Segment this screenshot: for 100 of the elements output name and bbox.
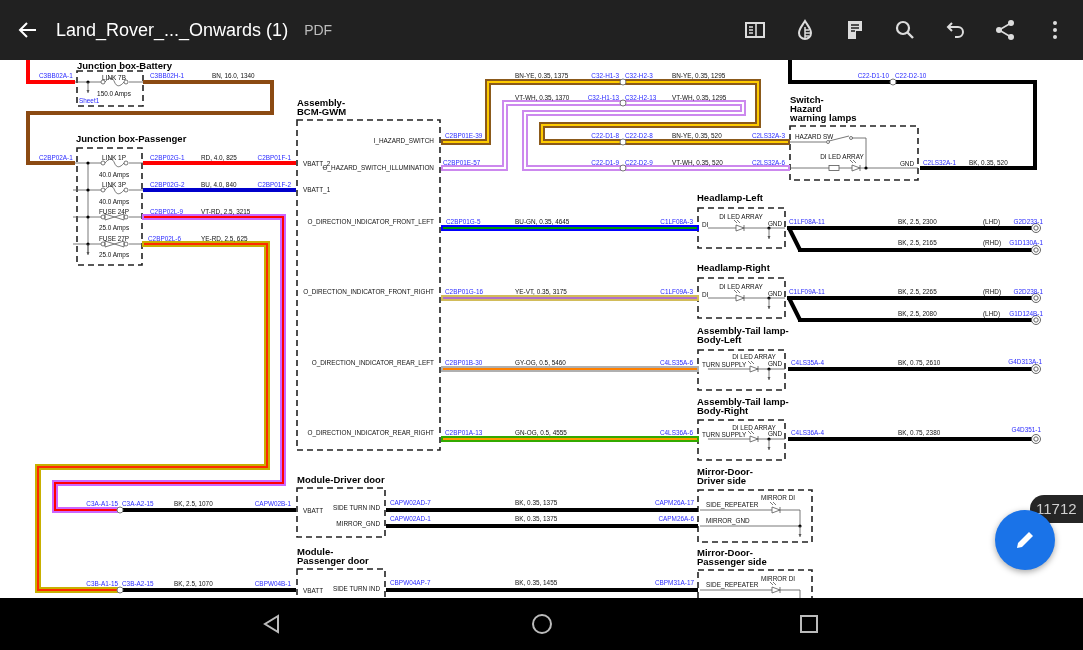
pin-label: DI LED ARRAY bbox=[719, 210, 763, 221]
pin-label: TURN SUPPLY bbox=[702, 358, 747, 369]
wire-spec: VT-RD, 2.5, 3215 bbox=[201, 205, 251, 216]
wire-spec: BK, 2.5, 1070 bbox=[174, 497, 213, 508]
connector-label: C4LS36A-4 bbox=[791, 426, 825, 437]
connector-label: C4LS36A-6 bbox=[659, 426, 693, 437]
connector-label: C3B-A1-15 bbox=[86, 577, 118, 588]
connector-label: CAPM26A-6 bbox=[658, 512, 694, 523]
connector-label: CAPW02B-1 bbox=[254, 497, 291, 508]
connector-icon bbox=[619, 164, 627, 172]
connector-label: C2BP01A-13 bbox=[445, 426, 483, 437]
wire-spec: VT-WH, 0.35, 520 bbox=[672, 156, 723, 167]
pin-label: 25.0 Amps bbox=[98, 221, 130, 232]
connector-label: C22-D1-8 bbox=[591, 129, 619, 140]
component-title: Switch- Hazard warning lamps bbox=[790, 94, 857, 123]
component-title: Module- Passenger door bbox=[297, 546, 369, 566]
pin-label: FUSE 27P bbox=[98, 232, 130, 243]
pin-label: VBATT_1 bbox=[303, 183, 331, 194]
connector-label: C1LF08A-11 bbox=[789, 215, 825, 226]
wire-spec: YE-VT, 0.35, 3175 bbox=[515, 285, 567, 296]
pin-label: FUSE 24P bbox=[98, 205, 130, 216]
connector-icon bbox=[116, 586, 124, 594]
pin-label: 150.0 Amps bbox=[97, 87, 131, 98]
connector-label: C32-H2-13 bbox=[625, 91, 657, 102]
wire-spec: BK, 2.5, 2300 bbox=[898, 215, 937, 226]
document-title: Land_Rover_..._Onwards (1) bbox=[56, 18, 289, 43]
connector-label: CAPW02AD-1 bbox=[390, 512, 431, 523]
connector-label: C3B-A2-15 bbox=[122, 577, 154, 588]
pin-label: GND bbox=[767, 217, 783, 228]
ground-terminal-icon bbox=[1031, 245, 1041, 255]
connector-label: G4D351-1 bbox=[1011, 423, 1041, 434]
pin-label: MIRROR_GND bbox=[336, 517, 380, 528]
pin-label: 25.0 Amps bbox=[98, 248, 130, 259]
wire-spec: BU, 4.0, 840 bbox=[201, 178, 237, 189]
connector-label: C3A-A1-15 bbox=[86, 497, 118, 508]
connector-label: C2LS32A-6 bbox=[751, 156, 785, 167]
component-box bbox=[76, 70, 144, 107]
pin-label: DI LED ARRAY bbox=[820, 150, 864, 161]
component-title: Junction box-Battery bbox=[77, 60, 172, 71]
connector-label: C32-H1-13 bbox=[587, 91, 619, 102]
connector-label: C22-D1-10 bbox=[857, 69, 889, 80]
pin-label: LINK 1P bbox=[102, 151, 126, 162]
pin-label: SIDE_REPEATER bbox=[706, 578, 759, 589]
pin-label: 40.0 Amps bbox=[98, 168, 130, 179]
connector-label: G1D124B-1 bbox=[1009, 307, 1043, 318]
wire-spec: GN-OG, 0.5, 4555 bbox=[515, 426, 567, 437]
recent-apps-icon[interactable] bbox=[798, 613, 820, 635]
ground-terminal-icon bbox=[1031, 293, 1041, 303]
connector-label: C2LS32A-1 bbox=[923, 156, 957, 167]
connector-label: CBPW04AP-7 bbox=[390, 576, 431, 587]
component-title: Assembly- BCM-GWM bbox=[297, 97, 347, 117]
connector-label: C2BP01F-1 bbox=[257, 151, 291, 162]
pin-label: HAZARD SW bbox=[795, 130, 834, 141]
pin-label: MIRROR DI bbox=[760, 491, 796, 502]
component-title: Junction box-Passenger bbox=[76, 133, 187, 144]
pin-label: DI bbox=[702, 218, 709, 229]
wire-spec: BN-YE, 0.35, 1295 bbox=[672, 69, 726, 80]
wire-spec: YE-RD, 2.5, 625 bbox=[201, 232, 248, 243]
wire-spec: (RHD) bbox=[983, 285, 1002, 296]
connector-icon bbox=[619, 138, 627, 146]
connector-label: G2D238-1 bbox=[1013, 285, 1043, 296]
connector-icon bbox=[619, 78, 627, 86]
connector-label: C2BP01F-2 bbox=[257, 178, 291, 189]
connector-label: C3BB02A-1 bbox=[39, 69, 73, 80]
wire-spec: BN-YE, 0.35, 520 bbox=[672, 129, 722, 140]
connector-label: C1LF08A-3 bbox=[660, 215, 693, 226]
connector-label: CBPW04B-1 bbox=[254, 577, 291, 588]
connector-label: C2BP02G-2 bbox=[150, 178, 185, 189]
wire-spec: (LHD) bbox=[983, 307, 1001, 318]
wire-spec: BK, 0.35, 1375 bbox=[515, 512, 558, 523]
wire-spec: BK, 2.5, 2080 bbox=[898, 307, 937, 318]
connector-label: C3A-A2-15 bbox=[122, 497, 154, 508]
component-title: Mirror-Door- Passenger side bbox=[697, 547, 767, 567]
wire-spec: BK, 0.35, 1375 bbox=[515, 496, 558, 507]
wire-spec: GY-OG, 0.5, 5460 bbox=[515, 356, 566, 367]
share-icon[interactable] bbox=[993, 18, 1017, 42]
connector-label: C4LS35A-4 bbox=[791, 356, 825, 367]
pin-label: SIDE_REPEATER bbox=[706, 498, 759, 509]
wire-spec: BK, 0.35, 1455 bbox=[515, 576, 558, 587]
connector-label: G4D313A-1 bbox=[1008, 355, 1042, 366]
wire-spec: BK, 0.35, 520 bbox=[969, 156, 1008, 167]
connector-label: C2BP02L-9 bbox=[150, 205, 184, 216]
pin-label: O_DIRECTION_INDICATOR_REAR_RIGHT bbox=[307, 426, 434, 437]
component-title: Headlamp-Left bbox=[697, 192, 763, 203]
connector-icon bbox=[889, 78, 897, 86]
pin-label: O_DIRECTION_INDICATOR_FRONT_RIGHT bbox=[303, 285, 434, 296]
ground-terminal-icon bbox=[1031, 223, 1041, 233]
wire-spec: VT-WH, 0.35, 1295 bbox=[672, 91, 727, 102]
connector-label: C32-H1-3 bbox=[591, 69, 619, 80]
wire-spec: BU-GN, 0.35, 4645 bbox=[515, 215, 570, 226]
connector-label: C22-D2-9 bbox=[625, 156, 653, 167]
pin-label: MIRROR_GND bbox=[706, 514, 750, 525]
wire-spec: BN-YE, 0.35, 1375 bbox=[515, 69, 569, 80]
wire-spec: (RHD) bbox=[983, 236, 1002, 247]
pin-label: LINK 3P bbox=[102, 178, 126, 189]
wire-spec: BK, 2.5, 2265 bbox=[898, 285, 937, 296]
connector-label: C32-H2-3 bbox=[625, 69, 653, 80]
pin-label: GND bbox=[899, 157, 915, 168]
home-icon[interactable] bbox=[531, 613, 553, 635]
connector-label: CBPM31A-17 bbox=[654, 576, 694, 587]
